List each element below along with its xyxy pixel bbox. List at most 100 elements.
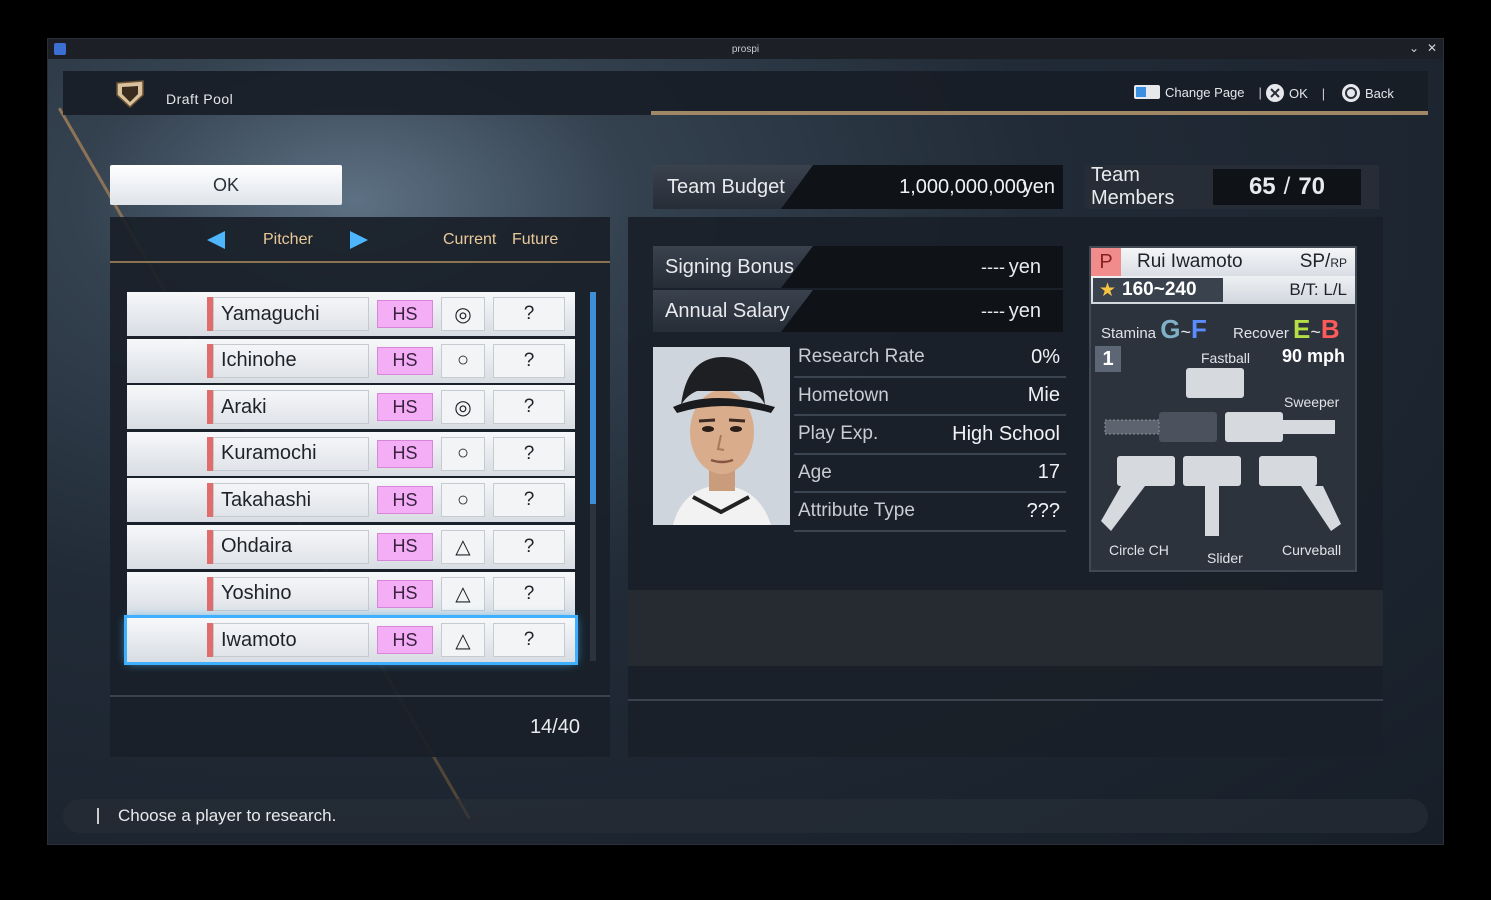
- help-bar: Choose a player to research.: [63, 799, 1428, 833]
- current-rating: △: [441, 623, 485, 658]
- team-budget: Team Budget 1,000,000,000 yen: [653, 165, 1063, 209]
- header-accent-bar: [651, 111, 1428, 115]
- prev-category-arrow-icon[interactable]: [207, 231, 225, 249]
- player-name: Araki: [207, 390, 369, 425]
- player-name: Ohdaira: [207, 529, 369, 564]
- team-members: Team Members 65 / 70: [1085, 164, 1379, 209]
- column-current: Current: [443, 231, 497, 248]
- curveball-track: [1301, 486, 1341, 531]
- signing-bonus-label: Signing Bonus: [653, 246, 813, 288]
- recover-low: E: [1293, 314, 1311, 344]
- current-rating: ○: [441, 483, 485, 518]
- info-value: 0%: [1031, 345, 1060, 368]
- current-rating-mark: △: [455, 536, 471, 559]
- recover-rating: Recover E~B: [1233, 314, 1340, 345]
- team-members-value: 65 / 70: [1213, 169, 1361, 205]
- stamina-rating: Stamina G~F: [1101, 314, 1207, 345]
- circle-ch-track: [1101, 486, 1145, 531]
- hint-separator: |: [1321, 85, 1326, 101]
- overall-rating: ★ 160~240: [1093, 278, 1223, 302]
- recover-tilde: ~: [1310, 322, 1321, 342]
- player-row[interactable]: Takahashi HS ○?: [127, 478, 575, 523]
- current-rating: ◎: [441, 390, 485, 425]
- hint-ok[interactable]: OK |: [1265, 83, 1335, 103]
- player-portrait: [653, 347, 790, 525]
- next-category-arrow-icon[interactable]: [350, 231, 368, 249]
- fastball-label: Fastball: [1201, 350, 1251, 366]
- info-key: Attribute Type: [798, 500, 915, 522]
- list-header: Pitcher Current Future: [110, 217, 610, 263]
- player-row[interactable]: Yoshino HS △?: [127, 571, 575, 616]
- info-value: ???: [1026, 499, 1060, 522]
- player-row[interactable]: Iwamoto HS △?: [124, 615, 578, 666]
- sweeper-block: [1225, 412, 1283, 442]
- player-row[interactable]: Yamaguchi HS ◎?: [127, 292, 575, 336]
- current-rating: △: [441, 576, 485, 611]
- game-window: prospi ⌄ ✕ Draft Pool Change Page | OK |: [47, 38, 1444, 845]
- hint-change-page[interactable]: Change Page |: [1133, 83, 1272, 101]
- future-rating: ?: [493, 529, 565, 564]
- card-overall-row: ★ 160~240 B/T: L/L: [1091, 276, 1355, 304]
- title-bar: prospi ⌄ ✕: [48, 39, 1443, 59]
- close-icon[interactable]: ✕: [1427, 41, 1437, 55]
- current-rating-mark: ○: [456, 442, 470, 465]
- info-row: Attribute Type???: [794, 493, 1066, 532]
- recover-high: B: [1320, 314, 1340, 344]
- player-name: Takahashi: [207, 483, 369, 518]
- card-name-bar: P Rui Iwamoto SP/RP: [1091, 248, 1355, 276]
- pitch-arsenal-diagram: [1101, 368, 1341, 536]
- future-rating: ?: [493, 436, 565, 471]
- left-track: [1105, 420, 1159, 434]
- annual-salary-unit: yen: [1008, 299, 1041, 322]
- hint-back[interactable]: Back: [1341, 83, 1394, 103]
- fastball-block: [1186, 368, 1244, 398]
- info-key: Age: [798, 461, 832, 483]
- player-name: Iwamoto: [207, 623, 369, 658]
- team-budget-value: 1,000,000,000: [899, 175, 1027, 198]
- members-current: 65: [1248, 173, 1276, 200]
- detail-divider: [628, 699, 1383, 701]
- player-face-image: [653, 347, 790, 525]
- page-title: Draft Pool: [166, 91, 234, 107]
- sweeper-track: [1283, 420, 1335, 434]
- velocity-value: 90: [1281, 346, 1302, 366]
- signing-bonus-unit: yen: [1008, 255, 1041, 278]
- school-tag-badge: HS: [377, 439, 433, 468]
- info-row: Research Rate 0%: [794, 339, 1066, 378]
- future-rating: ?: [493, 623, 565, 658]
- annual-salary: Annual Salary ---- yen: [653, 290, 1063, 332]
- player-row[interactable]: Araki HS ◎?: [127, 385, 575, 430]
- player-name: Yamaguchi: [207, 297, 369, 331]
- draft-logo-icon: [116, 80, 144, 109]
- slider-block: [1183, 456, 1241, 486]
- annual-salary-label: Annual Salary: [653, 290, 813, 332]
- list-scrollbar[interactable]: [590, 292, 596, 661]
- members-separator: /: [1283, 173, 1291, 200]
- player-row[interactable]: Ichinohe HS ○?: [127, 338, 575, 383]
- circle-ch-upper-block: [1159, 412, 1217, 442]
- slider-track: [1205, 486, 1219, 536]
- minimize-chevron-icon[interactable]: ⌄: [1409, 41, 1419, 55]
- player-row[interactable]: Kuramochi HS ○?: [127, 431, 575, 476]
- stamina-low: G: [1160, 314, 1181, 344]
- role-sub: RP: [1330, 256, 1347, 270]
- curveball-block: [1259, 456, 1317, 486]
- scrollbar-thumb[interactable]: [590, 292, 596, 504]
- future-rating: ?: [493, 390, 565, 425]
- team-budget-label: Team Budget: [653, 165, 813, 209]
- current-rating-mark: ○: [456, 349, 470, 372]
- velocity-unit: mph: [1307, 346, 1345, 366]
- current-rating: △: [441, 529, 485, 564]
- player-row[interactable]: Ohdaira HS △?: [127, 524, 575, 569]
- current-rating-mark: △: [455, 583, 471, 606]
- future-rating: ?: [493, 576, 565, 611]
- current-rating: ○: [441, 343, 485, 378]
- player-info-table: Research Rate 0% Hometown Mie Play Exp. High …: [794, 339, 1066, 532]
- current-rating-mark: ○: [456, 488, 470, 511]
- player-name: Yoshino: [207, 576, 369, 611]
- circle-ch-block: [1117, 456, 1175, 486]
- change-page-icon: [1134, 85, 1160, 99]
- cross-button-icon: [1266, 84, 1284, 102]
- ok-button[interactable]: OK: [110, 165, 342, 205]
- info-key: Research Rate: [798, 346, 925, 368]
